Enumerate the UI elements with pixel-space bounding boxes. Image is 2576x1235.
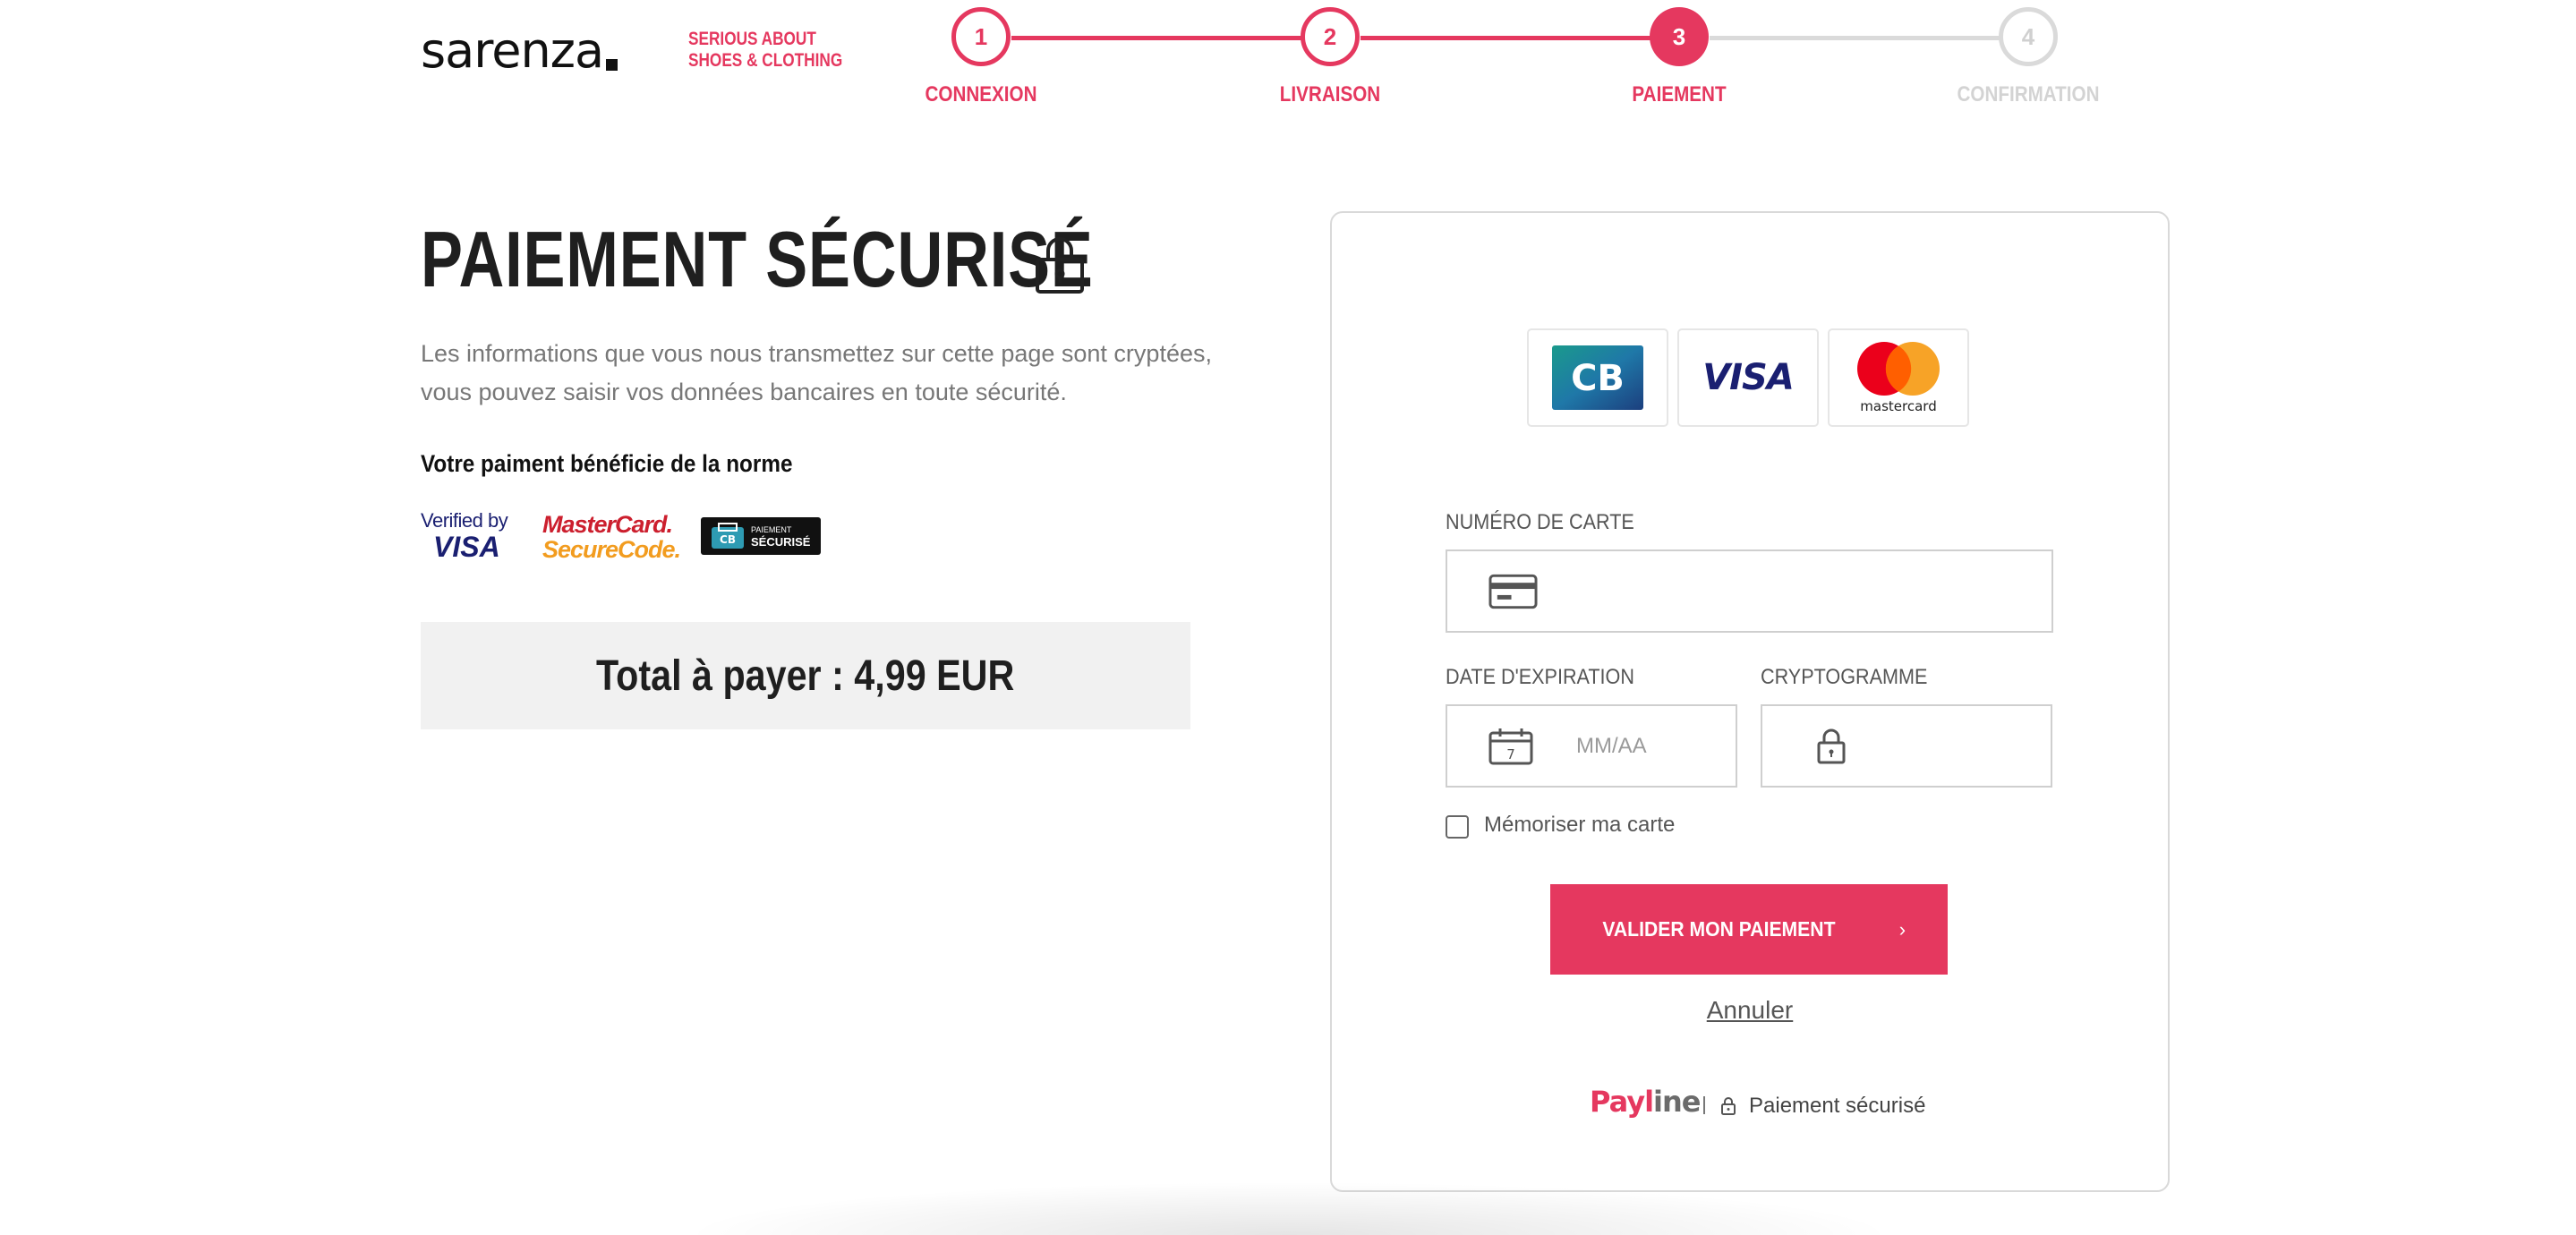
msc-line2: SecureCode.	[542, 536, 681, 563]
expiry-label: DATE D'EXPIRATION	[1446, 665, 1634, 689]
logo-dot	[606, 59, 618, 71]
svg-text:CB: CB	[720, 533, 736, 546]
page-title: PAIEMENT SÉCURISÉ	[421, 215, 1094, 303]
step-2-number: 2	[1323, 22, 1337, 50]
sarenza-logo[interactable]: sarenza	[421, 22, 618, 79]
tagline-line2: SHOES & CLOTHING	[688, 50, 843, 71]
credit-card-icon	[1488, 574, 1538, 609]
mastercard-logo-icon	[1857, 342, 1940, 396]
payline-logo: Payline	[1590, 1085, 1701, 1119]
cb-logo-icon: CB	[1552, 345, 1643, 410]
step-connector-2-3	[1361, 36, 1656, 40]
mastercard-securecode-badge: MasterCard. SecureCode.	[542, 511, 681, 564]
payline-pay: Payl	[1590, 1085, 1654, 1119]
security-intro: Les informations que vous nous transmett…	[421, 335, 1226, 412]
calendar-icon: 7	[1488, 728, 1533, 764]
total-amount: Total à payer : 4,99 EUR	[596, 652, 1015, 700]
cb-secure-badge: CB PAIEMENT SÉCURISÉ	[701, 517, 821, 555]
visa-brand-option[interactable]: VISA	[1677, 328, 1819, 427]
step-2-circle[interactable]: 2	[1301, 7, 1360, 66]
card-number-input[interactable]	[1556, 577, 2051, 605]
calendar-day: 7	[1506, 746, 1515, 762]
brand-tagline: SERIOUS ABOUT SHOES & CLOTHING	[688, 29, 842, 72]
chevron-right-icon: ›	[1898, 917, 1906, 941]
step-3-number: 3	[1672, 22, 1686, 50]
total-box: Total à payer : 4,99 EUR	[421, 622, 1190, 729]
card-number-field[interactable]	[1446, 549, 2053, 633]
payline-ine: ine	[1653, 1085, 1701, 1119]
step-3-circle: 3	[1650, 7, 1709, 66]
mastercard-brand-option[interactable]: mastercard	[1828, 328, 1969, 427]
cvv-field[interactable]	[1761, 704, 2052, 788]
card-number-label: NUMÉRO DE CARTE	[1446, 510, 1634, 534]
vbv-line2: VISA	[433, 531, 500, 563]
footer-divider	[1703, 1096, 1705, 1114]
remember-card-label[interactable]: Mémoriser ma carte	[1484, 813, 1675, 838]
cvv-input[interactable]	[1864, 732, 2047, 760]
verified-by-visa-badge: Verified by VISA	[421, 510, 519, 566]
step-4-circle: 4	[1999, 7, 2058, 66]
submit-payment-button[interactable]: VALIDER MON PAIEMENT ›	[1550, 884, 1948, 975]
step-2-label[interactable]: LIVRAISON	[1230, 82, 1430, 107]
cb-logo-text: CB	[1571, 358, 1625, 399]
cb-badge-line2: SÉCURISÉ	[751, 535, 811, 549]
intro-line2: vous pouvez saisir vos données bancaires…	[421, 379, 1067, 405]
remember-card-checkbox[interactable]	[1446, 815, 1469, 839]
lock-icon	[1036, 237, 1084, 294]
vbv-line1: Verified by	[421, 509, 508, 532]
cb-brand-option[interactable]: CB	[1527, 328, 1668, 427]
bottom-shadow	[680, 1181, 1898, 1235]
step-1-circle[interactable]: 1	[951, 7, 1011, 66]
submit-payment-label: VALIDER MON PAIEMENT	[1602, 917, 1836, 941]
cb-shield-icon: CB	[712, 523, 744, 549]
visa-logo-text: VISA	[1702, 357, 1795, 398]
step-connector-3-4	[1710, 36, 2005, 40]
norm-label: Votre paiment bénéficie de la norme	[421, 450, 793, 477]
cancel-link[interactable]: Annuler	[1683, 996, 1817, 1025]
expiry-input[interactable]	[1574, 732, 1721, 760]
mastercard-logo-text: mastercard	[1860, 398, 1937, 414]
step-connector-1-2	[1011, 36, 1307, 40]
step-4-label: CONFIRMATION	[1957, 82, 2100, 106]
intro-line1: Les informations que vous nous transmett…	[421, 340, 1212, 367]
lock-icon	[1817, 728, 1846, 763]
tagline-line1: SERIOUS ABOUT	[688, 29, 816, 49]
step-1-label[interactable]: CONNEXION	[881, 82, 1081, 107]
lock-icon	[1721, 1097, 1736, 1115]
cvv-label: CRYPTOGRAMME	[1761, 665, 1928, 689]
logo-wordmark: sarenza	[421, 22, 604, 79]
cb-badge-line1: PAIEMENT	[751, 525, 792, 534]
secure-payment-label: Paiement sécurisé	[1749, 1094, 1926, 1118]
step-4-number: 4	[2021, 22, 2035, 50]
msc-line1: MasterCard.	[542, 511, 673, 538]
step-3-label: PAIEMENT	[1632, 82, 1727, 106]
expiry-field[interactable]: 7	[1446, 704, 1737, 788]
step-1-number: 1	[974, 22, 988, 50]
